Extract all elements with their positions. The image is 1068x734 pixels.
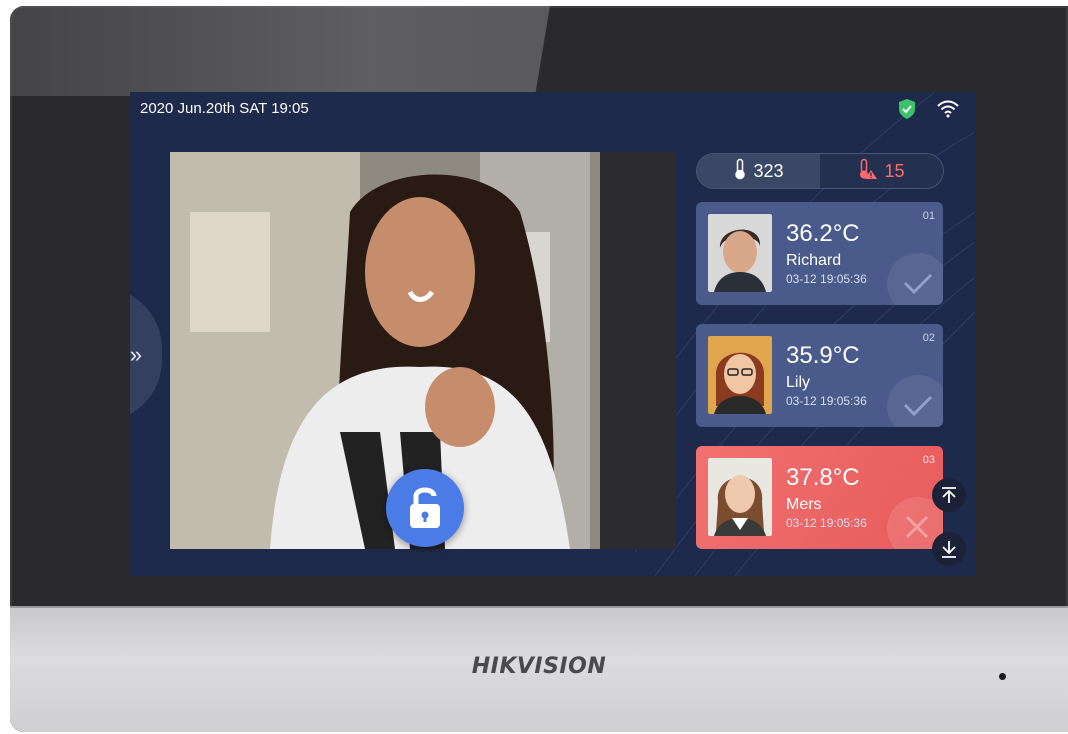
person-name: Lily: [786, 374, 811, 391]
record-card-mers[interactable]: 03 37.8°C Mers 03-12 19:05:36: [696, 446, 943, 549]
unlock-icon: [410, 487, 440, 528]
temperature-counter: 323 15: [696, 153, 944, 189]
person-name: Richard: [786, 252, 842, 269]
check-icon: [887, 375, 943, 427]
scroll-top-icon: [942, 487, 956, 503]
intercom-device: 2020 Jun.20th SAT 19:05 » 323 15 01 36.2…: [10, 6, 1068, 732]
scroll-down-button[interactable]: [932, 532, 966, 566]
temperature-value: 35.9°C: [786, 342, 860, 369]
scroll-top-button[interactable]: [932, 478, 966, 512]
abnormal-temperature-count: 15: [820, 154, 943, 188]
record-time: 03-12 19:05:36: [786, 272, 867, 286]
temperature-value: 36.2°C: [786, 220, 860, 247]
light-sensor: [999, 673, 1006, 680]
shield-check-icon: [897, 98, 917, 125]
brand-logo: HIKVISION: [471, 654, 607, 679]
touch-screen: 2020 Jun.20th SAT 19:05 » 323 15 01 36.2…: [130, 92, 975, 576]
check-icon: [887, 253, 943, 305]
unlock-button[interactable]: [386, 469, 464, 547]
record-card-lily[interactable]: 02 35.9°C Lily 03-12 19:05:36: [696, 324, 943, 427]
double-chevron-right-icon: »: [130, 342, 142, 367]
person-name: Mers: [786, 496, 822, 513]
record-card-richard[interactable]: 01 36.2°C Richard 03-12 19:05:36: [696, 202, 943, 305]
record-time: 03-12 19:05:36: [786, 394, 867, 408]
expand-panel-tab[interactable]: »: [130, 287, 162, 422]
avatar: [708, 214, 772, 292]
avatar: [708, 458, 772, 536]
record-time: 03-12 19:05:36: [786, 516, 867, 530]
temperature-value: 37.8°C: [786, 464, 860, 491]
thermometer-icon: [733, 158, 747, 185]
avatar: [708, 336, 772, 414]
bezel-glare: [10, 6, 550, 96]
thermometer-alert-icon: [858, 158, 878, 185]
wifi-icon: [937, 100, 959, 123]
normal-temperature-count: 323: [697, 154, 820, 188]
scroll-down-icon: [942, 541, 956, 558]
status-datetime: 2020 Jun.20th SAT 19:05: [140, 100, 309, 117]
